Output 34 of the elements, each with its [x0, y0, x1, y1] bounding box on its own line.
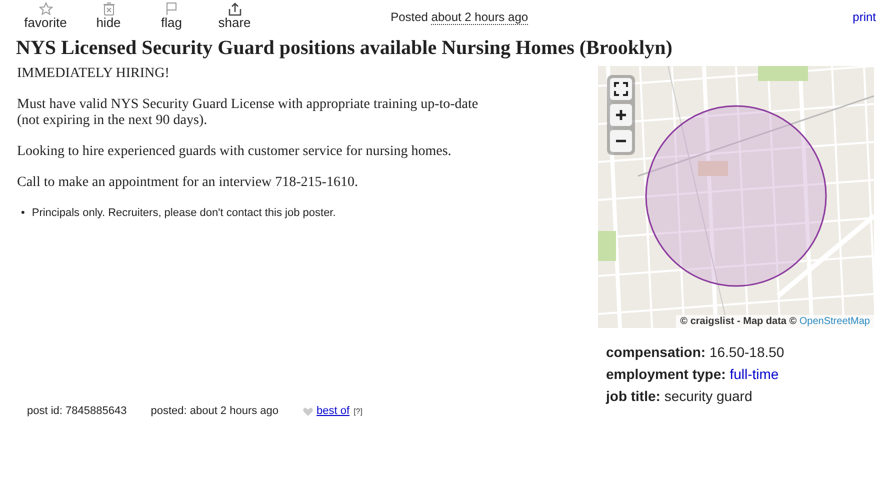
- openstreetmap-link[interactable]: OpenStreetMap: [799, 316, 870, 327]
- flag-button[interactable]: flag: [140, 2, 203, 30]
- notice-text: Principals only. Recruiters, please don't contact this job poster.: [32, 206, 336, 220]
- star-button[interactable]: favorite: [14, 2, 77, 30]
- post-id-text: post id: 7845885643: [27, 405, 127, 417]
- posted-time-text: posted: about 2 hours ago: [150, 405, 279, 417]
- zoom-in-button[interactable]: [610, 104, 632, 126]
- map-attribution: © craigslist - Map data © OpenStreetMap: [676, 315, 874, 328]
- description-text: Call to make an appointment for an interview 718-215-1610.: [17, 175, 359, 191]
- attribute-link[interactable]: full-time: [730, 366, 779, 382]
- trash-icon: [102, 2, 116, 16]
- flag-icon: [165, 2, 178, 16]
- description-text: IMMEDIATELY HIRING!: [17, 66, 170, 82]
- bullet: •: [21, 206, 25, 220]
- description-text: Looking to hire experienced guards with customer service for nursing homes.: [17, 144, 452, 160]
- description-text: Must have valid NYS Security Guard License with appropriate training up-to-date (not expiring in the next 90 days).: [17, 97, 480, 129]
- share-button[interactable]: share: [203, 2, 266, 30]
- post-title: NYS Licensed Security Guard positions available Nursing Homes (Brooklyn): [16, 36, 674, 60]
- help-link[interactable]: [?]: [354, 406, 362, 416]
- attribute-text: job title: security guard: [606, 387, 754, 406]
- heart-icon: [302, 406, 313, 416]
- zoom-out-button[interactable]: [610, 130, 632, 152]
- plus-icon: [616, 110, 626, 120]
- trash-button[interactable]: hide: [77, 2, 140, 30]
- attribute-text: compensation: 16.50-18.50: [606, 343, 786, 362]
- fullscreen-icon: [614, 82, 628, 96]
- best-of-link[interactable]: best of: [316, 405, 350, 417]
- print-link[interactable]: print: [852, 2, 876, 24]
- posted-time-text: Posted about 2 hours ago: [390, 9, 530, 24]
- star-icon: [38, 2, 52, 16]
- minus-icon: [616, 139, 626, 143]
- attribute-text: employment type: full-time: [606, 365, 780, 384]
- share-icon: [228, 2, 242, 16]
- fullscreen-button[interactable]: [610, 78, 632, 100]
